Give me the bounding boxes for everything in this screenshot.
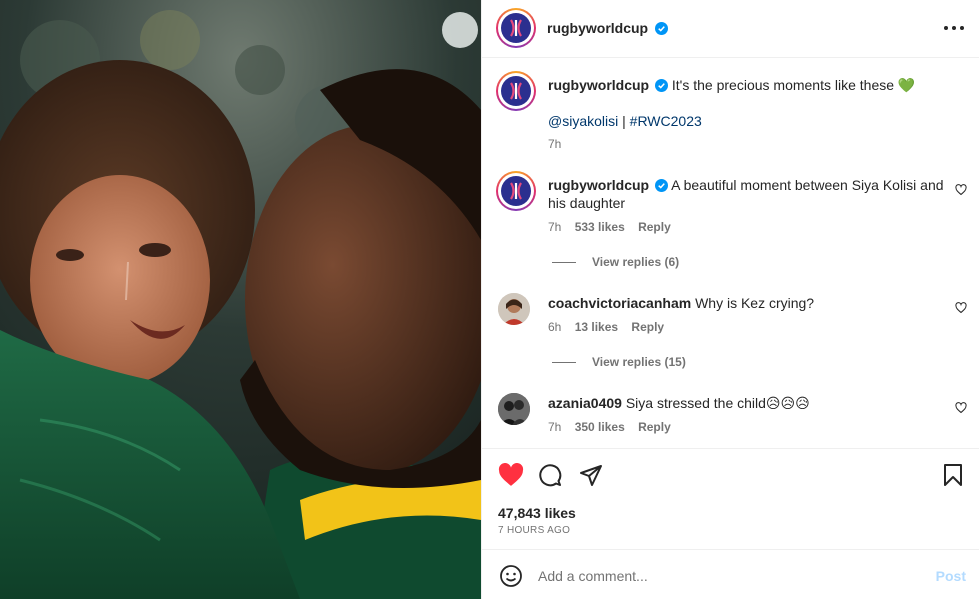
post-side-panel: rugbyworldcup rugbyworldcup It's the pre… [481, 0, 979, 599]
post-actions: 47,843 likes 7 HOURS AGO [482, 448, 979, 550]
more-options-button[interactable] [944, 18, 964, 38]
comment-meta: 7h 533 likes Reply [548, 220, 671, 234]
like-comment-heart-icon[interactable] [955, 302, 967, 314]
add-comment-bar: Add a comment... Post [482, 549, 979, 599]
liked-heart-icon[interactable] [498, 463, 524, 487]
post-photo[interactable] [0, 0, 481, 599]
like-comment-heart-icon[interactable] [955, 184, 967, 196]
comment-username[interactable]: coachvictoriacanham [548, 295, 691, 311]
caption-separator: | [622, 113, 626, 129]
comment-avatar[interactable] [498, 393, 530, 425]
comment-age[interactable]: 7h [548, 220, 561, 234]
user-photo-icon [498, 393, 530, 425]
hashtag-link[interactable]: #RWC2023 [630, 113, 702, 129]
header-account-name[interactable]: rugbyworldcup [547, 20, 668, 38]
mention-link[interactable]: @siyakolisi [548, 113, 618, 129]
user-photo-icon [498, 293, 530, 325]
share-icon[interactable] [579, 463, 603, 487]
comment: rugbyworldcup A beautiful moment between… [548, 176, 948, 212]
post-comment-button[interactable]: Post [936, 568, 966, 584]
comment-meta: 7h 350 likes Reply [548, 420, 671, 434]
sad-face-emojis: 😥😥😥 [765, 395, 810, 411]
comment: coachvictoriacanham Why is Kez crying? [548, 294, 948, 312]
post-header: rugbyworldcup [482, 0, 979, 58]
comment-input[interactable]: Add a comment... [538, 568, 648, 584]
account-avatar[interactable] [496, 8, 536, 48]
caption-avatar[interactable] [496, 71, 536, 111]
view-replies-button[interactable]: View replies (6) [552, 255, 679, 269]
rwc-logo-icon [510, 19, 522, 37]
comment-likes[interactable]: 13 likes [575, 320, 618, 334]
likes-count[interactable]: 47,843 likes [498, 505, 576, 521]
caption-age[interactable]: 7h [548, 137, 561, 151]
replies-divider [552, 362, 576, 364]
like-comment-heart-icon[interactable] [955, 402, 967, 414]
replies-divider [552, 262, 576, 264]
caption-tags: @siyakolisi | #RWC2023 [548, 112, 702, 130]
rwc-logo-icon [510, 182, 522, 200]
comment-username[interactable]: azania0409 [548, 395, 622, 411]
comment-meta: 6h 13 likes Reply [548, 320, 664, 334]
comment-likes[interactable]: 350 likes [575, 420, 625, 434]
reply-button[interactable]: Reply [638, 220, 671, 234]
caption-text: It's the precious moments like these [671, 77, 895, 93]
instagram-post-view: rugbyworldcup rugbyworldcup It's the pre… [0, 0, 979, 599]
verified-badge-icon [655, 179, 669, 192]
view-replies-label: View replies (6) [592, 255, 680, 269]
caption: rugbyworldcup It's the precious moments … [548, 76, 958, 94]
comment-age[interactable]: 6h [548, 320, 561, 334]
comment-avatar[interactable] [498, 293, 530, 325]
view-replies-label: View replies (15) [592, 355, 686, 369]
comment: azania0409 Siya stressed the child😥😥😥 [548, 394, 948, 412]
reply-button[interactable]: Reply [631, 320, 664, 334]
comment-avatar[interactable] [496, 171, 536, 211]
rwc-logo-icon [510, 82, 522, 100]
verified-badge-icon [655, 79, 669, 92]
verified-badge-icon [654, 22, 668, 35]
view-replies-button[interactable]: View replies (15) [552, 355, 686, 369]
comment-icon[interactable] [538, 463, 562, 487]
bookmark-icon[interactable] [942, 463, 964, 487]
green-heart-emoji: 💚 [897, 77, 916, 93]
caption-username[interactable]: rugbyworldcup [548, 77, 649, 93]
comment-likes[interactable]: 533 likes [575, 220, 625, 234]
reply-button[interactable]: Reply [638, 420, 671, 434]
comment-age[interactable]: 7h [548, 420, 561, 434]
photo-illustration [0, 0, 481, 599]
comment-text: Why is Kez crying? [695, 295, 815, 311]
header-username[interactable]: rugbyworldcup [547, 20, 648, 36]
more-horizontal-icon [944, 26, 948, 30]
comment-username[interactable]: rugbyworldcup [548, 177, 649, 193]
comment-text: Siya stressed the child [625, 395, 766, 411]
emoji-picker-icon[interactable] [499, 564, 523, 588]
post-timestamp[interactable]: 7 HOURS AGO [498, 525, 570, 536]
